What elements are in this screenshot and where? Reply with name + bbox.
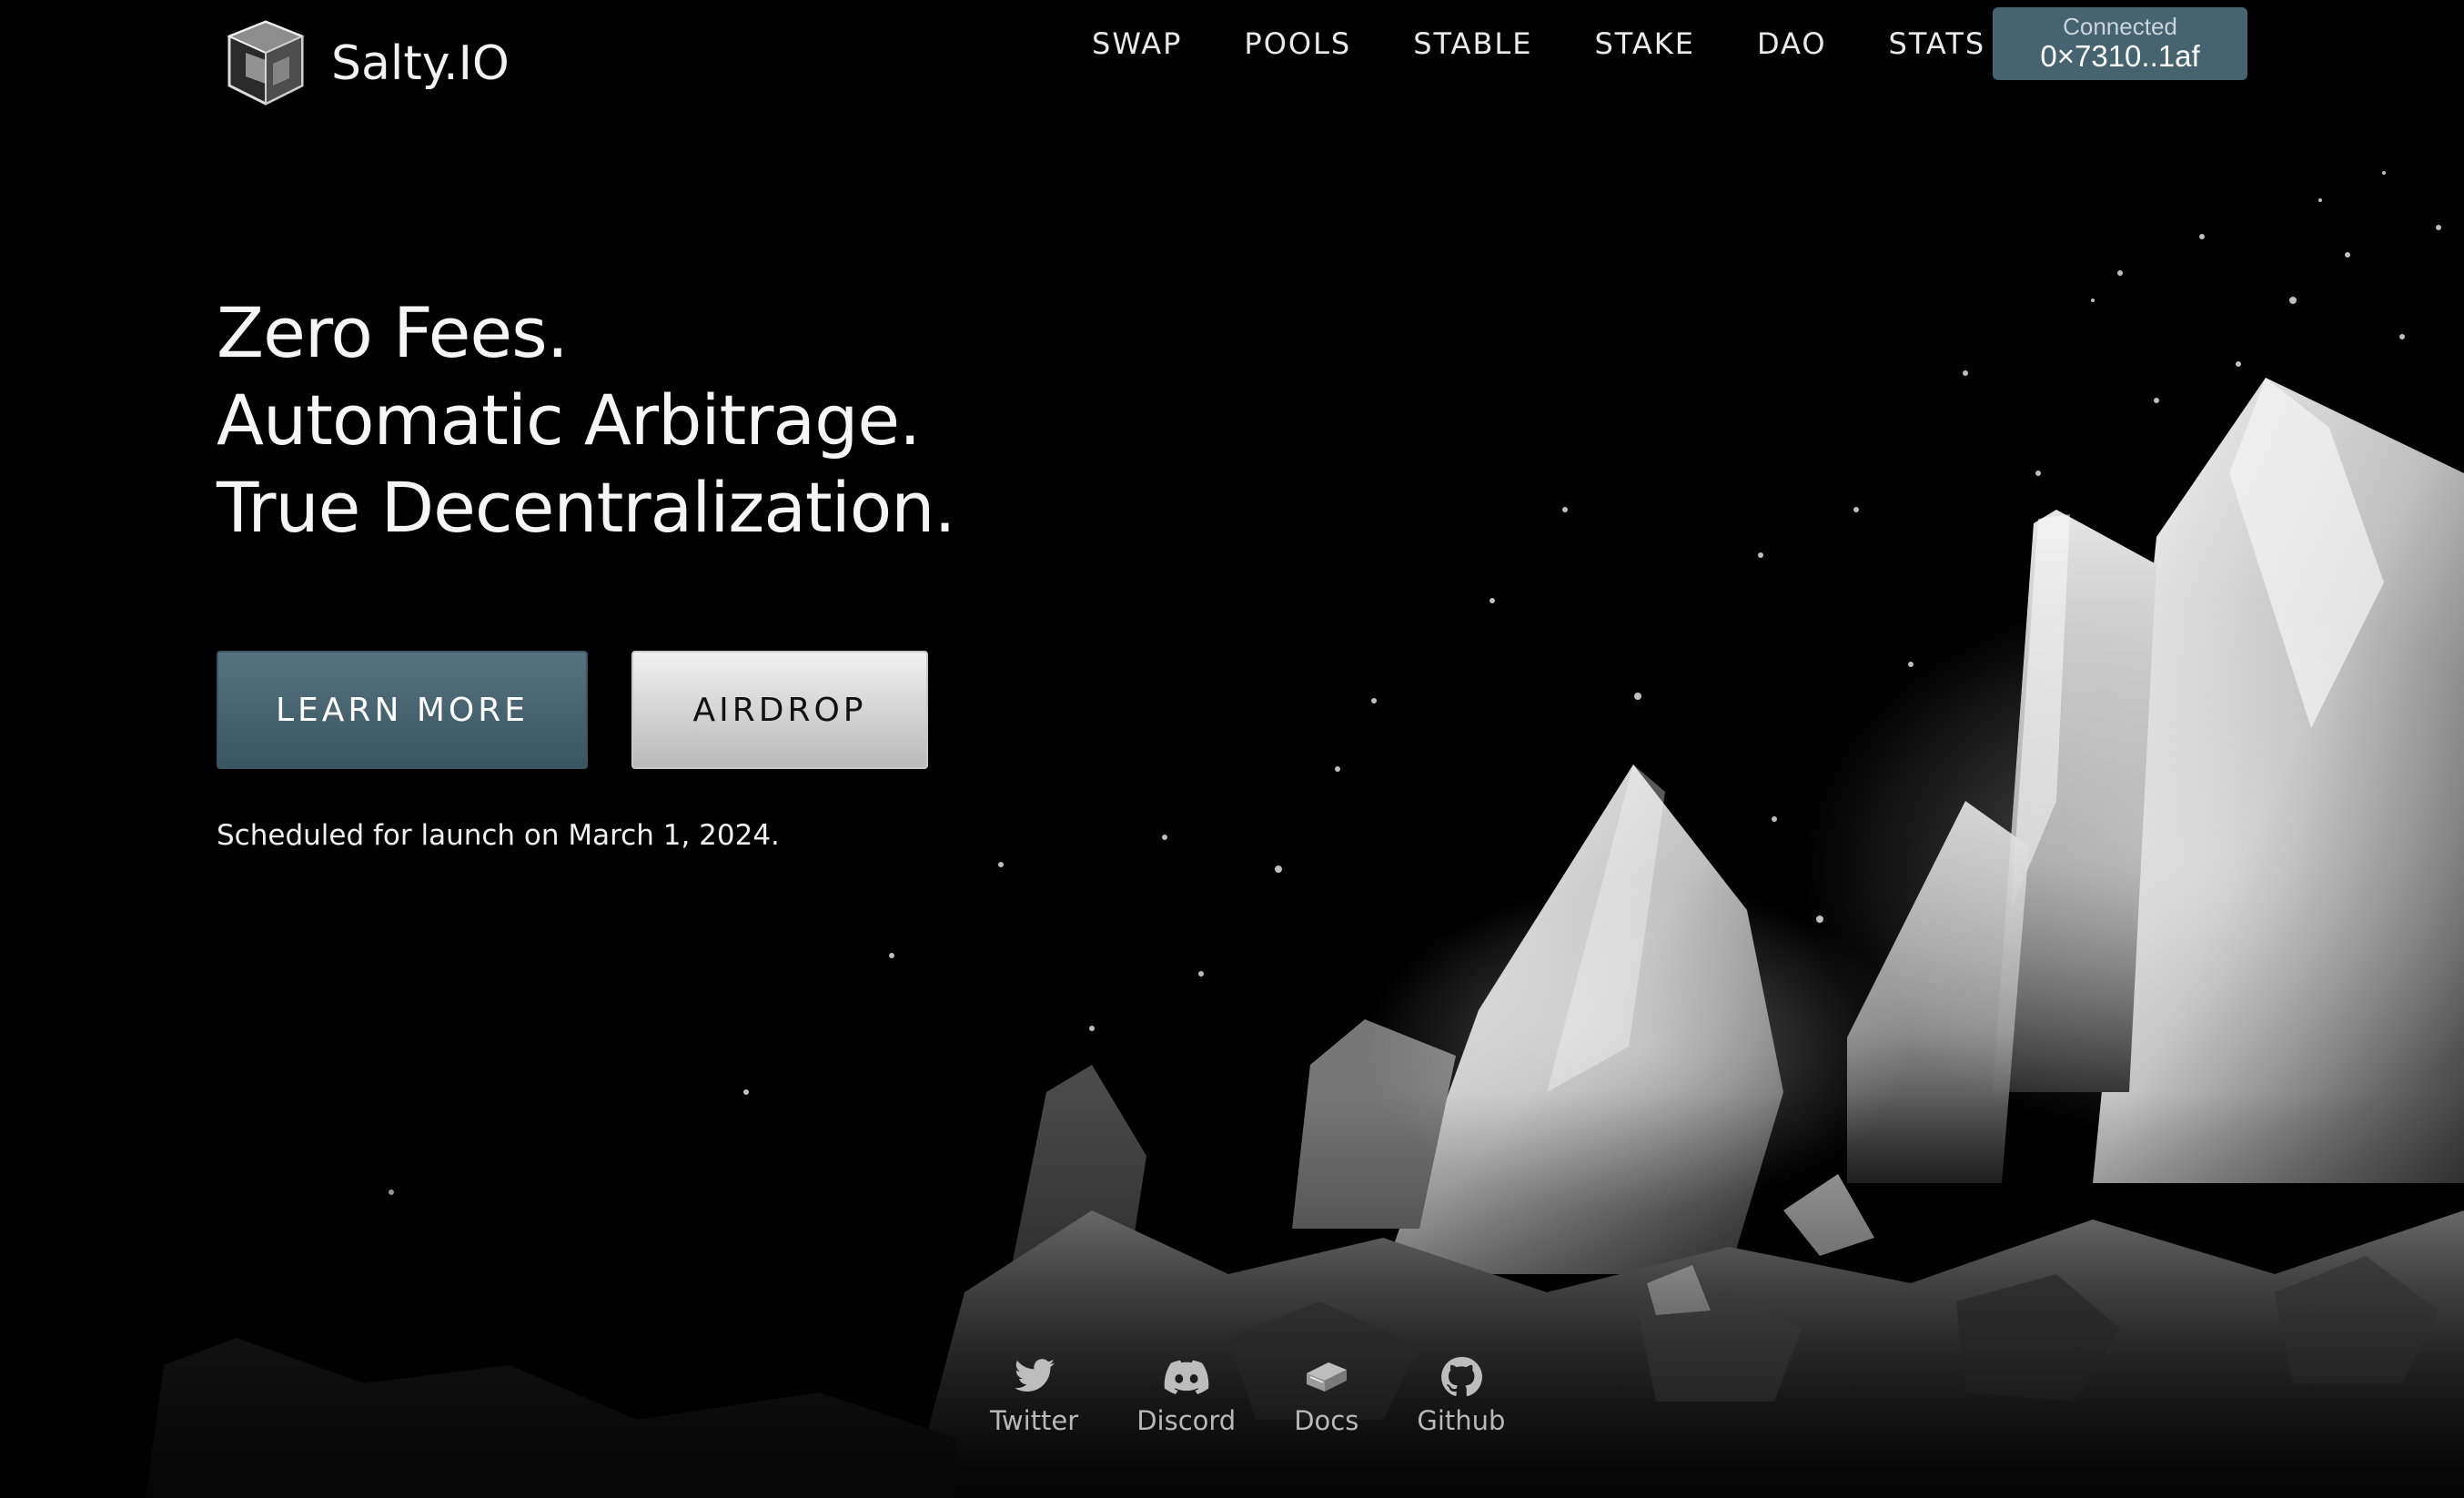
hero-headline: Zero Fees. Automatic Arbitrage. True Dec… (217, 289, 956, 552)
social-link-twitter[interactable]: Twitter (990, 1354, 1078, 1436)
brand-logo[interactable]: Salty.IO (222, 16, 510, 111)
discord-icon (1161, 1354, 1212, 1400)
airdrop-button[interactable]: AIRDROP (631, 651, 928, 769)
nav-dao[interactable]: DAO (1757, 25, 1827, 62)
headline-line-2: Automatic Arbitrage. (217, 380, 921, 461)
top-navigation: Salty.IO SWAP POOLS STABLE STAKE DAO STA… (0, 0, 2464, 127)
wallet-connect-button[interactable]: Connected 0×7310..1af (1993, 7, 2247, 80)
nav-stake[interactable]: STAKE (1594, 25, 1694, 62)
headline-line-3: True Decentralization. (217, 467, 956, 548)
wallet-address: 0×7310..1af (2040, 39, 2200, 73)
social-link-github[interactable]: Github (1417, 1354, 1505, 1436)
nav-swap[interactable]: SWAP (1092, 25, 1182, 62)
github-icon (1436, 1354, 1487, 1400)
nav-pools[interactable]: POOLS (1244, 25, 1351, 62)
twitter-icon (1009, 1354, 1060, 1400)
social-label-twitter: Twitter (990, 1405, 1079, 1436)
learn-more-button[interactable]: LEARN MORE (217, 651, 588, 769)
nav-stable[interactable]: STABLE (1413, 25, 1532, 62)
social-link-docs[interactable]: Docs (1294, 1354, 1358, 1436)
social-link-discord[interactable]: Discord (1136, 1354, 1236, 1436)
nav-stats[interactable]: STATS (1889, 25, 1986, 62)
launch-date-note: Scheduled for launch on March 1, 2024. (217, 819, 780, 852)
social-links: Twitter Discord Docs Github (990, 1354, 1505, 1436)
book-icon (1301, 1354, 1352, 1400)
social-label-discord: Discord (1136, 1405, 1237, 1436)
main-nav: SWAP POOLS STABLE STAKE DAO STATS (1092, 25, 1985, 62)
social-label-docs: Docs (1294, 1405, 1359, 1436)
social-label-github: Github (1417, 1405, 1506, 1436)
glass-cube-icon (227, 20, 305, 106)
landing-page: Salty.IO SWAP POOLS STABLE STAKE DAO STA… (0, 0, 2464, 1498)
wallet-status: Connected (2063, 13, 2177, 40)
headline-line-1: Zero Fees. (217, 292, 569, 373)
brand-name: Salty.IO (331, 36, 510, 91)
